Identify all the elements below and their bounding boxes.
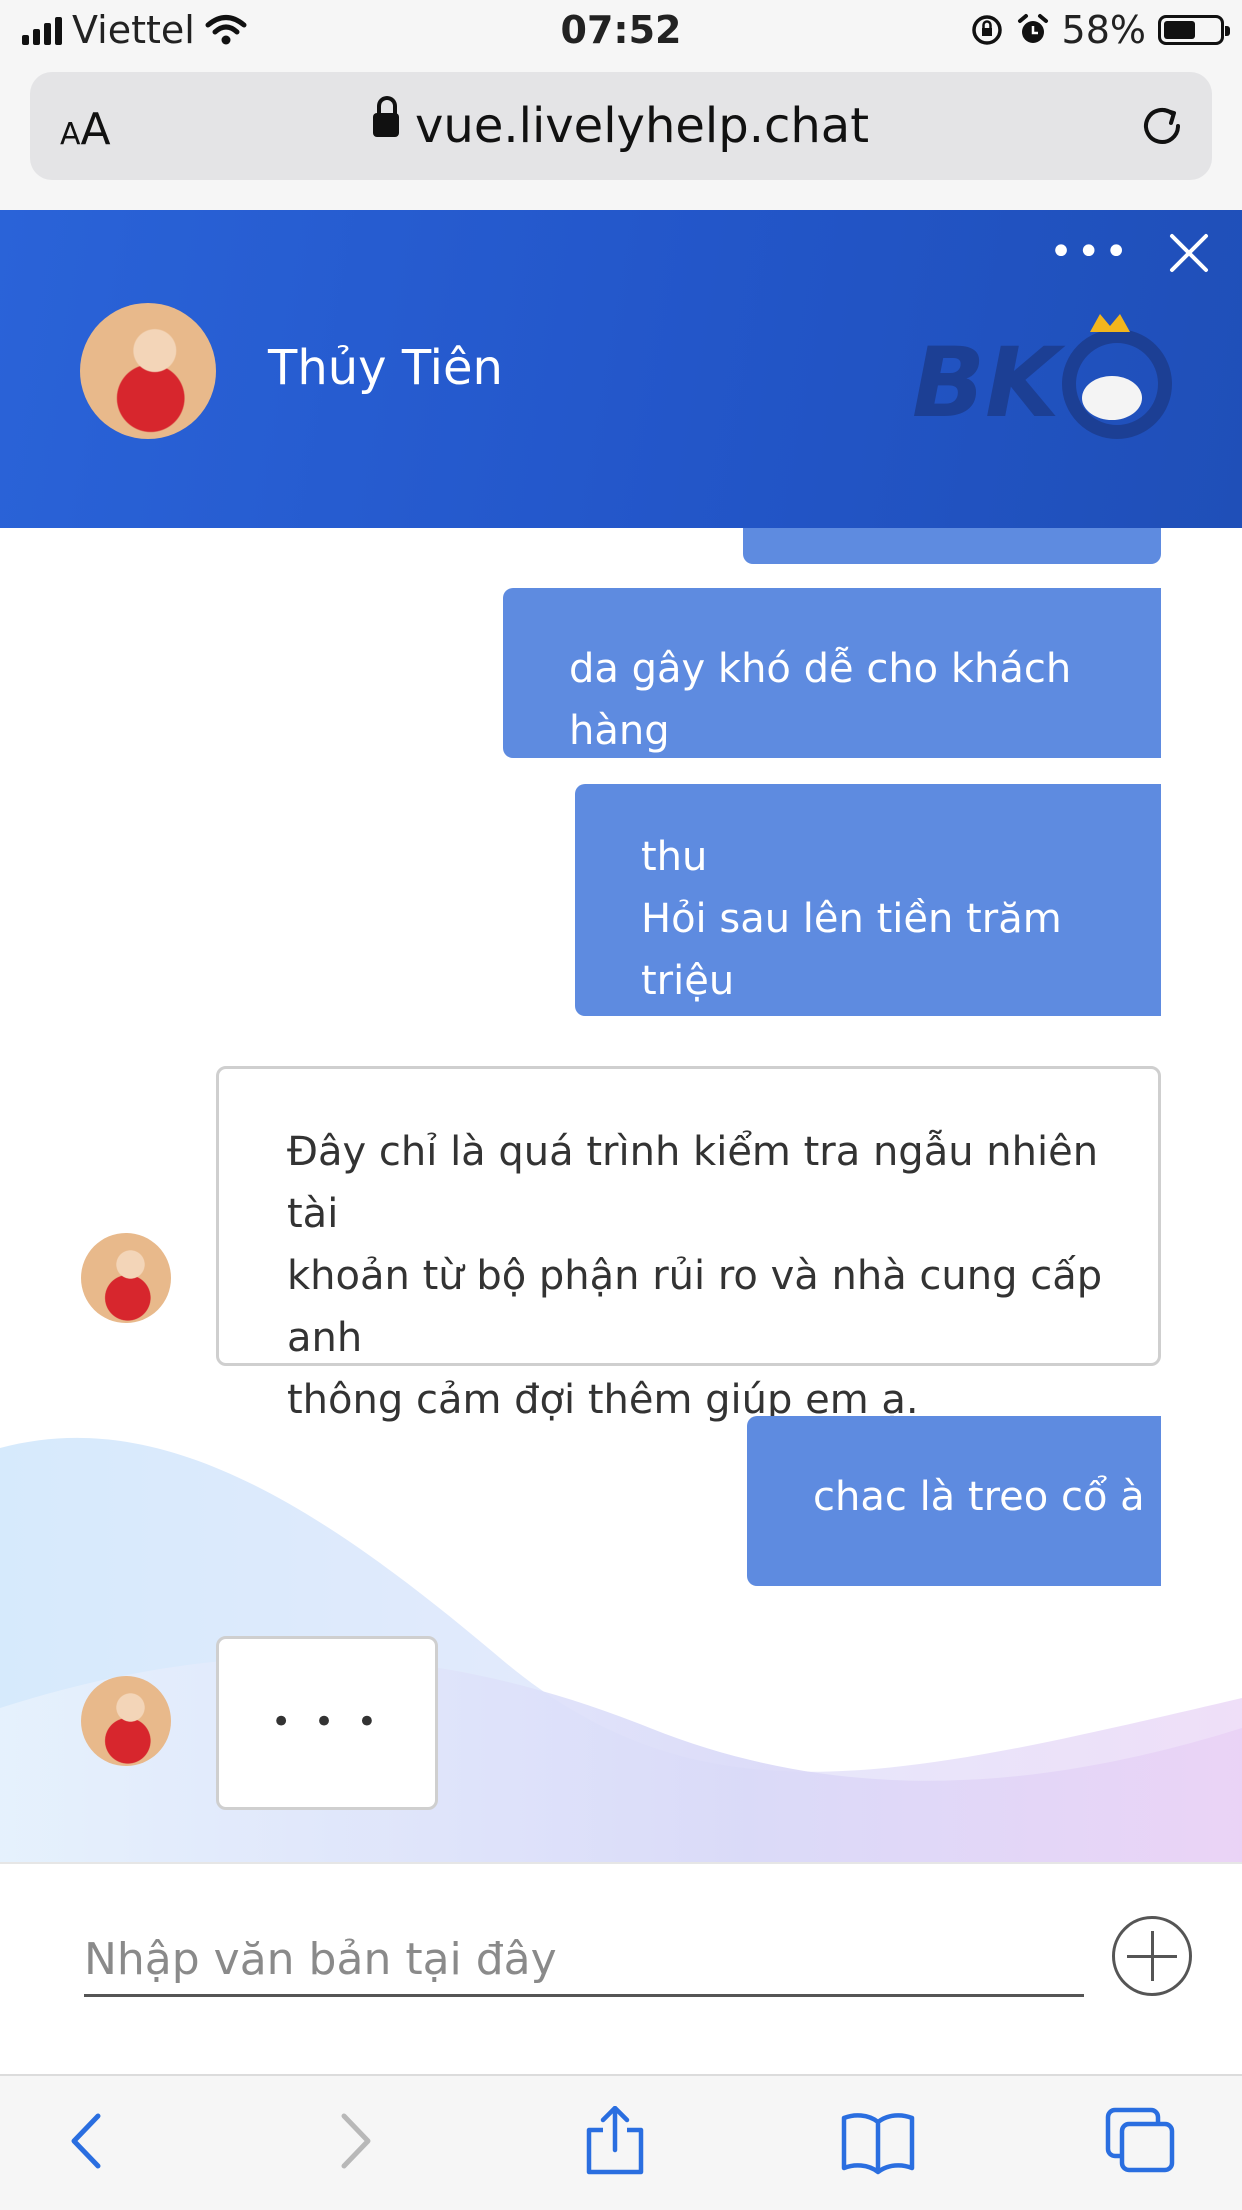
url-display[interactable]: vue.livelyhelp.chat	[30, 96, 1212, 154]
composer	[0, 1862, 1242, 2076]
user-message: thu Hỏi sau lên tiền trăm triệu	[575, 784, 1161, 1016]
message-line: Đây chỉ là quá trình kiểm tra ngẫu nhiên…	[287, 1129, 1099, 1237]
reload-icon[interactable]	[1136, 100, 1188, 152]
svg-text:BK: BK	[912, 327, 1066, 439]
message-line: thu	[641, 834, 708, 880]
battery-icon	[1158, 15, 1230, 45]
typing-dots: • • •	[271, 1702, 383, 1742]
close-icon[interactable]	[1164, 228, 1214, 278]
more-options-icon[interactable]: •••	[1049, 232, 1132, 272]
browser-bar: AA vue.livelyhelp.chat	[0, 64, 1242, 210]
orientation-lock-icon	[971, 15, 1002, 45]
share-icon[interactable]	[575, 2106, 655, 2176]
message-line: khoản từ bộ phận rủi ro và nhà cung cấp …	[287, 1253, 1103, 1361]
message-line: Hỏi sau lên tiền trăm triệu	[641, 896, 1062, 1004]
chat-header: Thủy Tiên ••• BK	[0, 210, 1242, 528]
user-message: da gây khó dễ cho khách hàng	[503, 588, 1161, 758]
status-bar: Viettel 07:52 58%	[0, 0, 1242, 64]
message-bubble-cropped	[743, 528, 1161, 564]
lock-icon	[372, 96, 399, 137]
address-bar[interactable]: AA vue.livelyhelp.chat	[30, 72, 1212, 180]
browser-toolbar	[0, 2074, 1242, 2210]
brand-logo: BK	[912, 314, 1172, 439]
alarm-icon	[1017, 14, 1048, 43]
user-message: chac là treo cổ à	[747, 1416, 1161, 1586]
bookmarks-icon[interactable]	[838, 2106, 918, 2176]
url-text: vue.livelyhelp.chat	[414, 98, 870, 154]
battery-percent: 58%	[1061, 8, 1146, 52]
tabs-icon[interactable]	[1100, 2106, 1180, 2176]
chat-body[interactable]: da gây khó dễ cho khách hàng thu Hỏi sau…	[0, 528, 1242, 1862]
typing-indicator: • • •	[216, 1636, 438, 1810]
agent-avatar-small	[81, 1676, 171, 1766]
back-icon[interactable]	[52, 2106, 132, 2176]
message-text: da gây khó dễ cho khách hàng	[569, 646, 1072, 754]
message-input[interactable]	[84, 1924, 1084, 1997]
battery-fill	[1164, 21, 1195, 39]
forward-icon[interactable]	[310, 2106, 390, 2176]
attach-plus-icon[interactable]	[1112, 1916, 1192, 1996]
agent-name: Thủy Tiên	[268, 340, 503, 396]
status-right: 58%	[970, 8, 1230, 52]
agent-message: Đây chỉ là quá trình kiểm tra ngẫu nhiên…	[216, 1066, 1161, 1423]
agent-avatar	[80, 303, 216, 439]
message-text: chac là treo cổ à	[813, 1474, 1145, 1520]
agent-avatar-small	[81, 1233, 171, 1323]
